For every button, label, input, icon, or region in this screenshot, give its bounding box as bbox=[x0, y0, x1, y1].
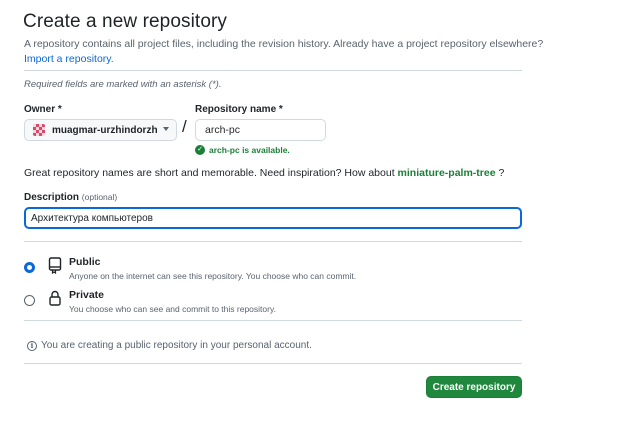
lock-icon bbox=[49, 290, 61, 306]
owner-repo-separator: / bbox=[182, 117, 187, 136]
repo-icon bbox=[48, 257, 62, 274]
page-title: Create a new repository bbox=[23, 11, 228, 32]
suggested-name-link[interactable]: miniature-palm-tree bbox=[398, 167, 496, 179]
suggestion-suffix: ? bbox=[498, 167, 505, 179]
availability-text: arch-pc is available. bbox=[209, 145, 290, 155]
repository-name-input[interactable] bbox=[195, 119, 326, 141]
info-icon: i bbox=[27, 340, 37, 351]
create-repository-button[interactable]: Create repository bbox=[426, 376, 522, 398]
required-fields-note: Required fields are marked with an aster… bbox=[24, 79, 222, 90]
private-title: Private bbox=[69, 289, 105, 301]
repository-name-label: Repository name * bbox=[195, 104, 283, 115]
private-radio[interactable] bbox=[24, 295, 35, 306]
private-description: You choose who can see and commit to thi… bbox=[69, 304, 276, 314]
owner-avatar bbox=[33, 124, 45, 136]
description-label: Description (optional) bbox=[24, 192, 117, 203]
divider bbox=[24, 363, 522, 364]
import-repository-link[interactable]: Import a repository. bbox=[24, 53, 114, 65]
info-text: You are creating a public repository in … bbox=[41, 340, 312, 351]
description-input[interactable] bbox=[24, 207, 522, 229]
suggestion-text: Great repository names are short and mem… bbox=[24, 167, 395, 179]
divider bbox=[24, 320, 522, 321]
subtitle-text: A repository contains all project files,… bbox=[24, 38, 544, 50]
public-radio[interactable] bbox=[24, 262, 35, 273]
chevron-down-icon bbox=[163, 127, 169, 131]
owner-name: muagmar-urzhindorzh bbox=[52, 124, 158, 136]
divider bbox=[24, 241, 522, 242]
owner-label: Owner * bbox=[24, 104, 62, 115]
description-label-text: Description bbox=[24, 192, 80, 203]
optional-hint: (optional) bbox=[81, 192, 118, 202]
owner-dropdown[interactable]: muagmar-urzhindorzh bbox=[24, 119, 177, 141]
check-circle-icon: ✓ bbox=[195, 145, 205, 155]
divider bbox=[24, 70, 522, 71]
availability-message: ✓ arch-pc is available. bbox=[195, 145, 290, 155]
create-repository-page: Create a new repository A repository con… bbox=[0, 0, 643, 435]
page-subtitle: A repository contains all project files,… bbox=[24, 37, 544, 67]
name-suggestion: Great repository names are short and mem… bbox=[24, 167, 504, 179]
public-title: Public bbox=[69, 256, 101, 268]
public-description: Anyone on the internet can see this repo… bbox=[69, 271, 357, 281]
info-message: i You are creating a public repository i… bbox=[27, 340, 312, 351]
